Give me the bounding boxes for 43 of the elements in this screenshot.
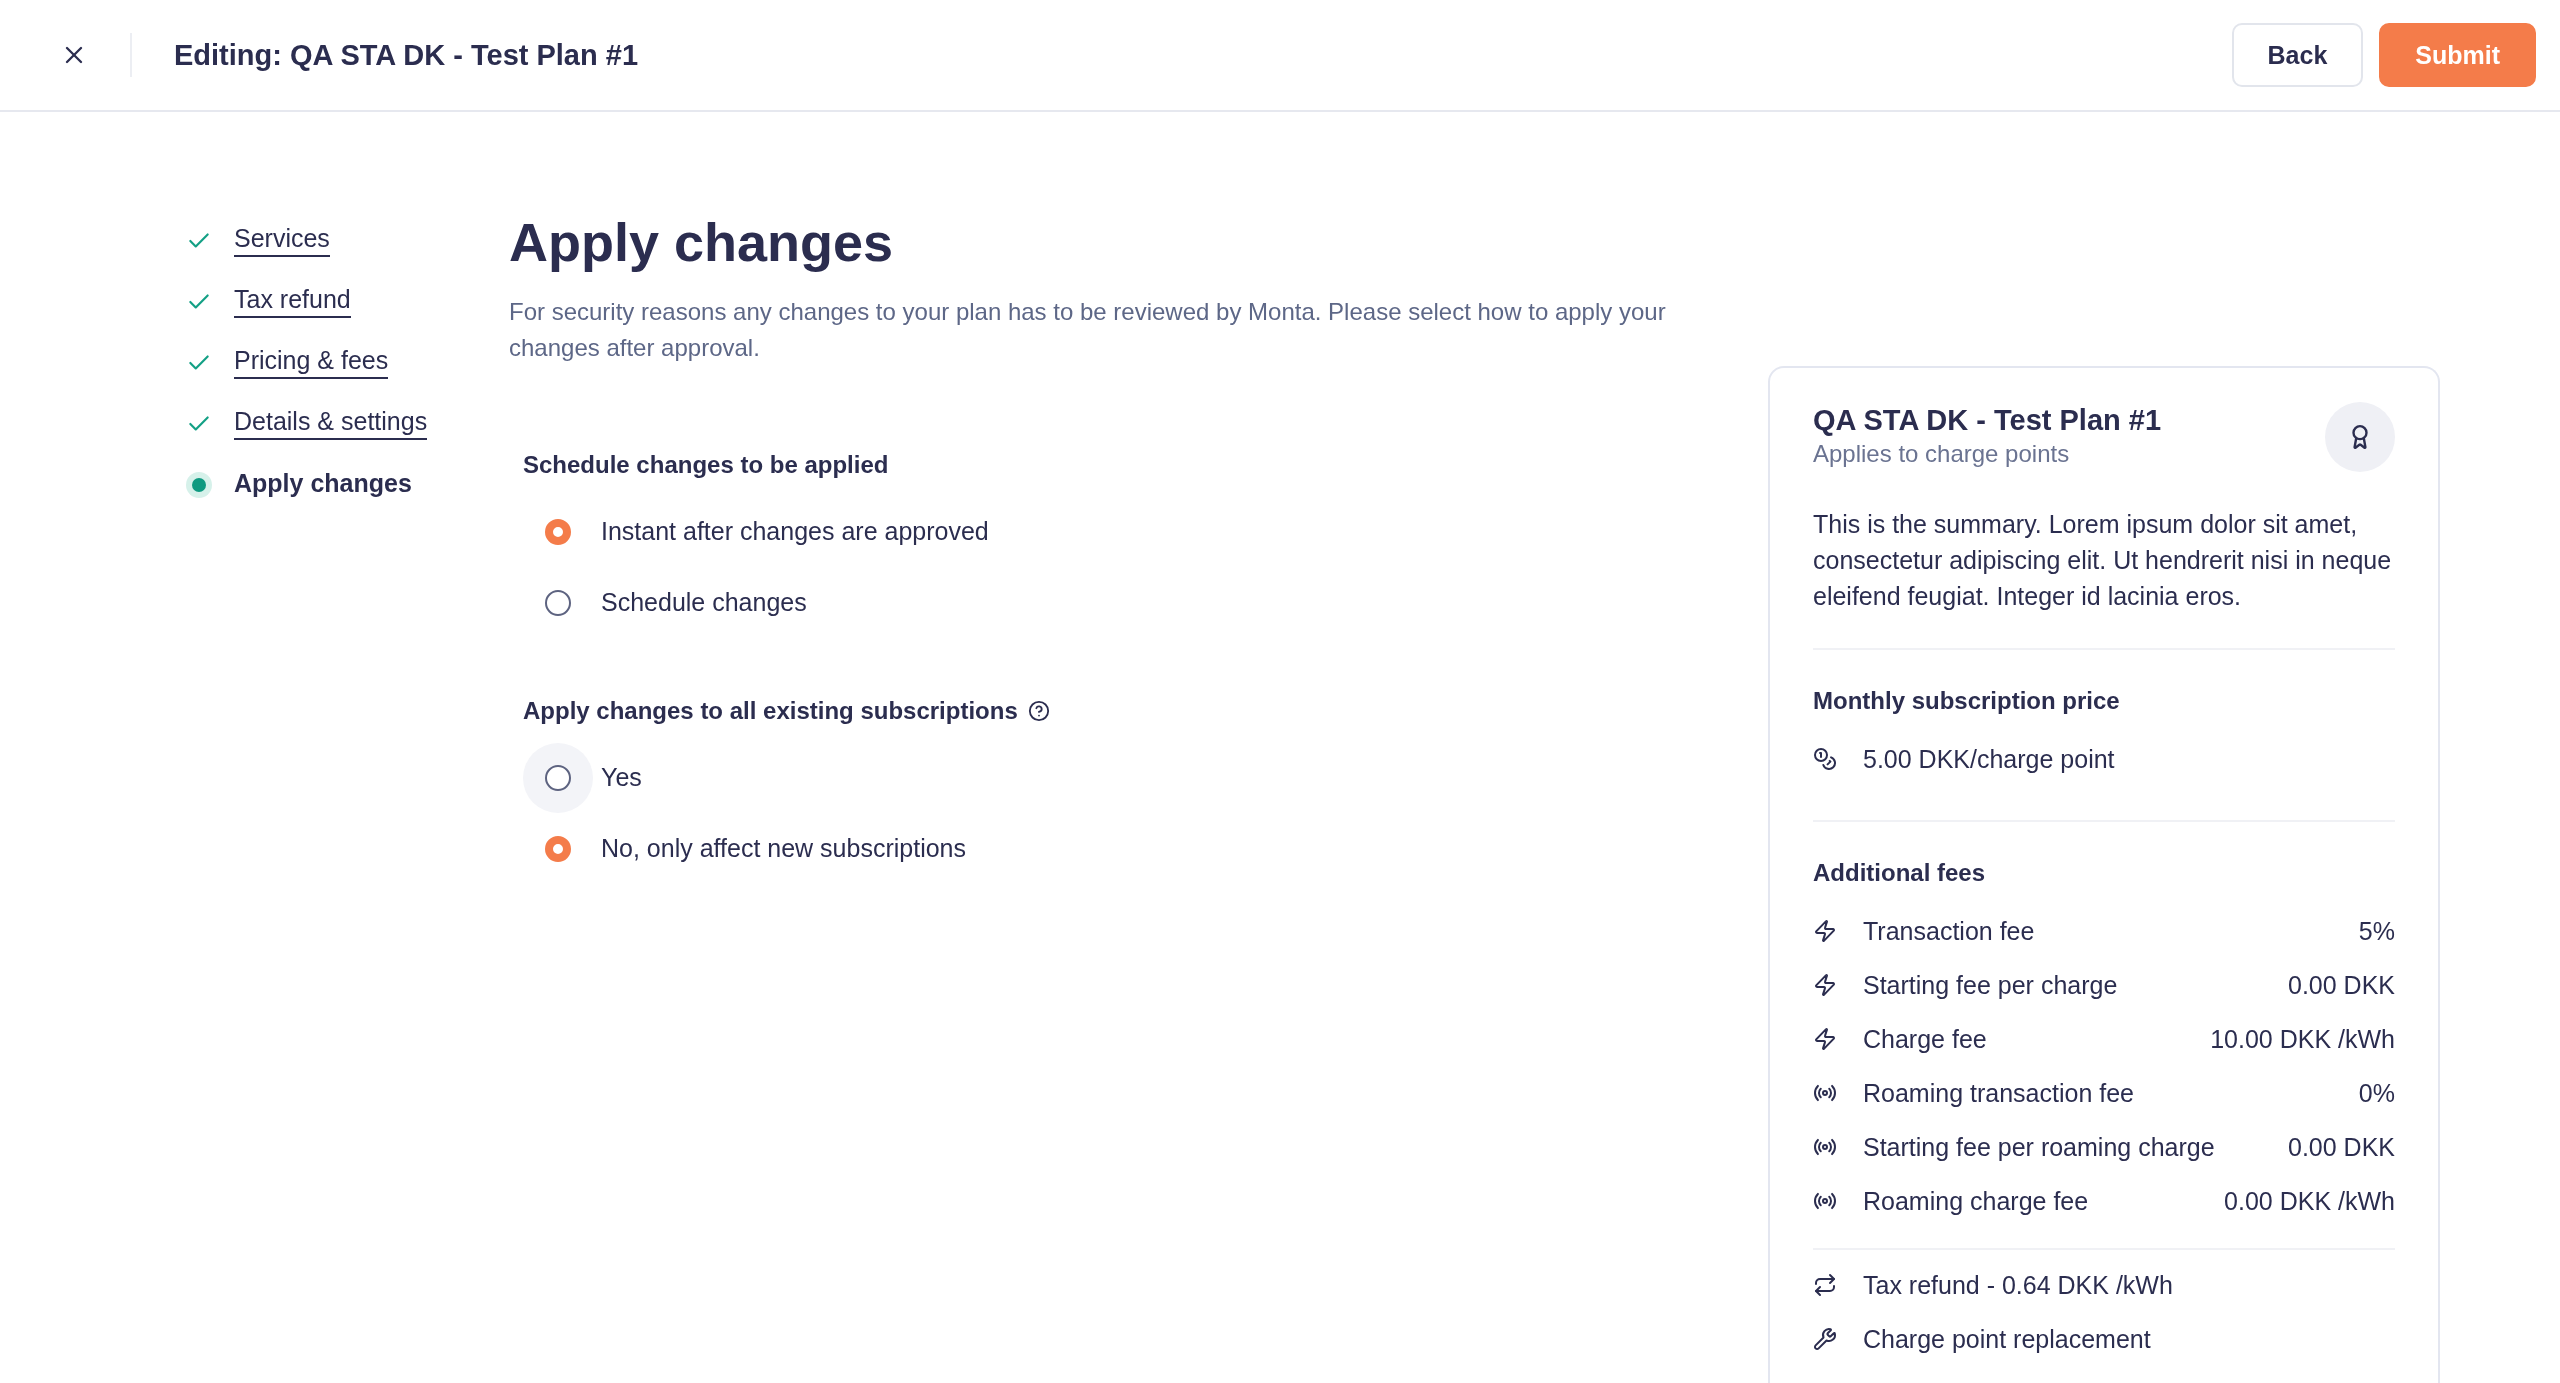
lightning-icon [1813, 919, 1837, 943]
fee-value: 0.00 DKK /kWh [2224, 1186, 2395, 1216]
price-text: 5.00 DKK/charge point [1863, 744, 2116, 774]
step-link[interactable]: Pricing & fees [234, 346, 389, 379]
description-text: For security reasons any changes to your plan has to be reviewed by Monta. Please select how to apply your changes after approval. [509, 297, 1667, 363]
plan-summary: This is the summary. Lorem ipsum dolor sit amet, consectetur adipiscing elit. Ut hendrerit nisi in neque eleifend feugiat. Integer id lacinia eros. [1813, 509, 2393, 612]
step-link[interactable]: Apply changes [234, 469, 412, 500]
fee-value: 5% [2358, 916, 2395, 946]
option-label: Instant after changes are approved [601, 517, 989, 546]
fee-label: Starting fee per roaming charge [1863, 1132, 2215, 1161]
help-icon[interactable] [1027, 700, 1050, 722]
step-link[interactable]: Services [234, 224, 330, 257]
fee-value: 0% [2358, 1078, 2395, 1108]
wrench-icon [1813, 1327, 1837, 1351]
fee-label: Charge fee [1863, 1024, 1987, 1053]
lightning-icon [1813, 973, 1837, 997]
fee-value: 0.00 DKK [2288, 970, 2395, 1000]
option-label: Schedule changes [601, 588, 807, 617]
group-title: Apply changes to all existing subscriptions [523, 696, 1018, 726]
repeat-icon [1813, 1273, 1837, 1297]
back-button[interactable]: Back [2231, 23, 2364, 87]
fee-value: 0.00 DKK [2288, 1132, 2395, 1162]
plan-subtitle: Applies to charge points [1813, 439, 2071, 469]
section-title: Monthly subscription price [1813, 686, 2121, 716]
fee-label: Roaming transaction fee [1863, 1078, 2134, 1107]
option-label: Yes [601, 763, 642, 792]
extra-label: Charge point replacement [1863, 1324, 2151, 1353]
extra-label: Tax refund - 0.64 DKK /kWh [1863, 1270, 2173, 1299]
fee-label: Transaction fee [1863, 916, 2035, 945]
plan-title: QA STA DK - Test Plan #1 [1813, 403, 2162, 438]
fee-label: Roaming charge fee [1863, 1186, 2089, 1215]
fee-label: Starting fee per charge [1863, 970, 2118, 999]
option-label: No, only affect new subscriptions [601, 834, 966, 863]
lightning-icon [1813, 1027, 1837, 1051]
step-link[interactable]: Tax refund [234, 285, 351, 318]
group-title: Schedule changes to be applied [523, 450, 889, 480]
current-step-dot [186, 471, 212, 498]
page-title: Editing: QA STA DK - Test Plan #1 [174, 38, 640, 72]
step-link[interactable]: Details & settings [234, 407, 428, 440]
section-title: Additional fees [1813, 858, 1987, 888]
section-heading: Apply changes [509, 211, 895, 274]
coins-icon [1813, 747, 1837, 771]
fee-value: 10.00 DKK /kWh [2210, 1024, 2395, 1054]
